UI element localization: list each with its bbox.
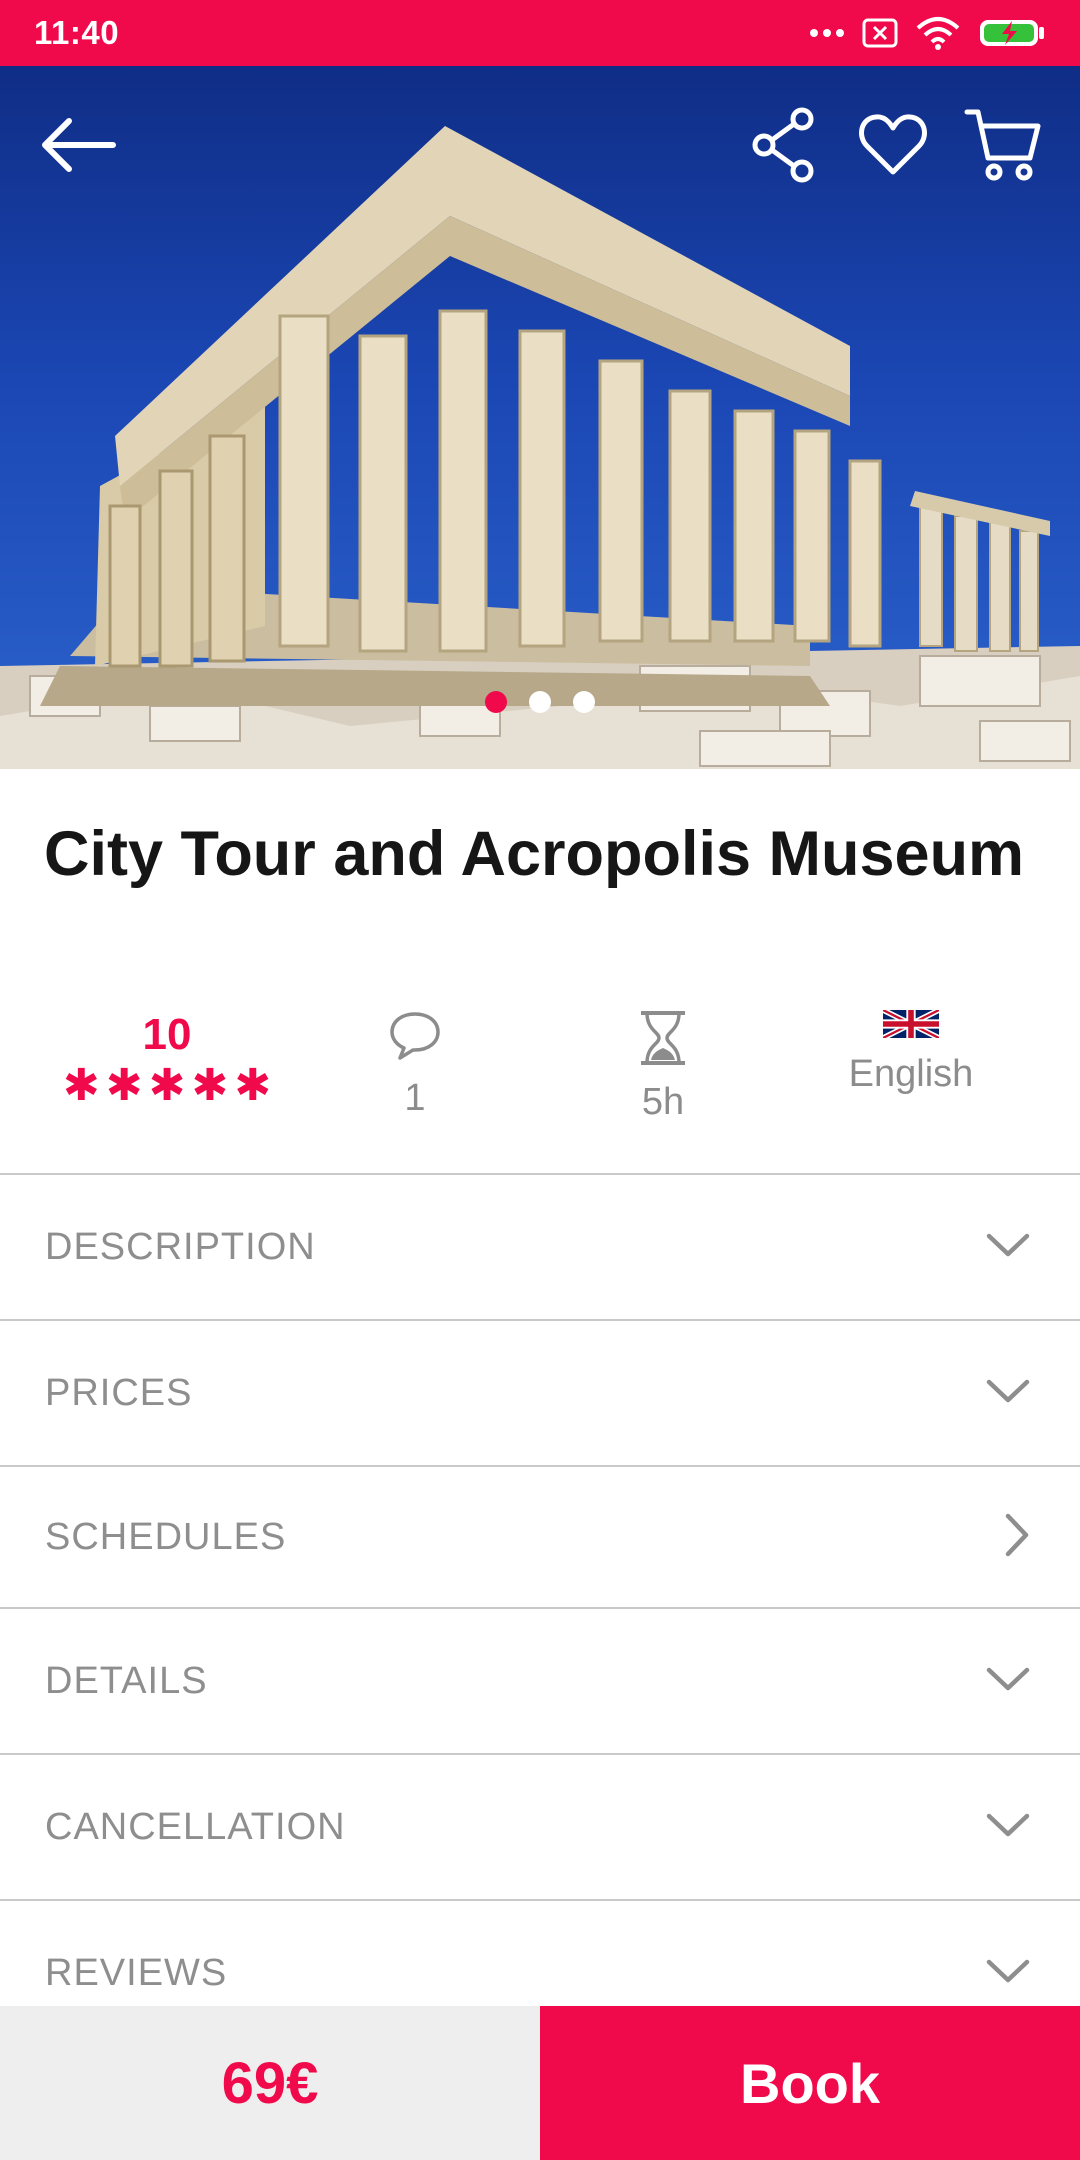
language-value: English bbox=[848, 1053, 974, 1095]
section-label: PRICES bbox=[45, 1371, 193, 1414]
star-icon: ✱ bbox=[234, 1061, 272, 1110]
rating-stat[interactable]: 10 ✱ ✱ ✱ ✱ ✱ bbox=[42, 1010, 292, 1110]
booking-bar: 69€ Book bbox=[0, 2006, 1080, 2160]
star-icon: ✱ bbox=[105, 1061, 143, 1110]
carousel-dot[interactable] bbox=[529, 691, 551, 713]
carousel-indicator bbox=[0, 691, 1080, 713]
price-box: 69€ bbox=[0, 2006, 540, 2160]
heart-icon bbox=[857, 112, 929, 183]
favorite-button[interactable] bbox=[848, 102, 938, 192]
hourglass-icon bbox=[637, 1011, 689, 1070]
star-icon: ✱ bbox=[191, 1061, 229, 1110]
tour-stats: 10 ✱ ✱ ✱ ✱ ✱ 1 5h English bbox=[0, 1007, 1080, 1160]
section-label: SCHEDULES bbox=[45, 1515, 287, 1558]
book-button-label: Book bbox=[740, 2051, 880, 2115]
back-button[interactable] bbox=[32, 102, 122, 192]
cart-icon bbox=[964, 106, 1042, 189]
carousel-dot-active[interactable] bbox=[485, 691, 507, 713]
duration-value: 5h bbox=[641, 1081, 685, 1123]
chevron-down-icon bbox=[986, 1378, 1030, 1409]
price-value: 69€ bbox=[221, 2050, 319, 2116]
status-time: 11:40 bbox=[34, 14, 120, 51]
tour-title: City Tour and Acropolis Museum bbox=[44, 819, 1025, 889]
carousel-dot[interactable] bbox=[573, 691, 595, 713]
comments-stat[interactable]: 1 bbox=[290, 1010, 540, 1120]
battery-charging-icon bbox=[978, 17, 1046, 49]
more-dots-icon bbox=[810, 28, 844, 38]
chevron-down-icon bbox=[986, 1232, 1030, 1263]
section-label: REVIEWS bbox=[45, 1951, 228, 1994]
rating-value: 10 bbox=[142, 1010, 192, 1059]
section-label: DETAILS bbox=[45, 1659, 208, 1702]
section-label: CANCELLATION bbox=[45, 1805, 346, 1848]
duration-stat: 5h bbox=[538, 1010, 788, 1124]
share-icon bbox=[750, 107, 816, 188]
section-details[interactable]: DETAILS bbox=[0, 1609, 1080, 1755]
notification-x-icon bbox=[862, 18, 898, 48]
info-sections: DESCRIPTION PRICES SCHEDULES DETAILS CAN… bbox=[0, 1173, 1080, 2047]
comment-bubble-icon bbox=[388, 1012, 442, 1066]
status-bar: 11:40 bbox=[0, 0, 1080, 66]
rating-stars: ✱ ✱ ✱ ✱ ✱ bbox=[42, 1061, 292, 1110]
book-button[interactable]: Book bbox=[540, 2006, 1080, 2160]
back-arrow-icon bbox=[37, 113, 117, 182]
status-icons bbox=[810, 16, 1046, 50]
hero-image-carousel[interactable] bbox=[0, 66, 1080, 769]
chevron-down-icon bbox=[986, 1666, 1030, 1697]
chevron-down-icon bbox=[986, 1812, 1030, 1843]
uk-flag-icon bbox=[881, 1007, 941, 1042]
language-stat: English bbox=[786, 1007, 1036, 1096]
chevron-right-icon bbox=[1004, 1513, 1030, 1562]
star-icon: ✱ bbox=[62, 1061, 100, 1110]
chevron-down-icon bbox=[986, 1958, 1030, 1989]
section-label: DESCRIPTION bbox=[45, 1225, 316, 1268]
wifi-icon bbox=[916, 16, 960, 50]
share-button[interactable] bbox=[738, 102, 828, 192]
section-schedules[interactable]: SCHEDULES bbox=[0, 1467, 1080, 1609]
comments-count: 1 bbox=[404, 1077, 426, 1119]
section-description[interactable]: DESCRIPTION bbox=[0, 1175, 1080, 1321]
star-icon: ✱ bbox=[148, 1061, 186, 1110]
section-prices[interactable]: PRICES bbox=[0, 1321, 1080, 1467]
cart-button[interactable] bbox=[958, 102, 1048, 192]
section-cancellation[interactable]: CANCELLATION bbox=[0, 1755, 1080, 1901]
